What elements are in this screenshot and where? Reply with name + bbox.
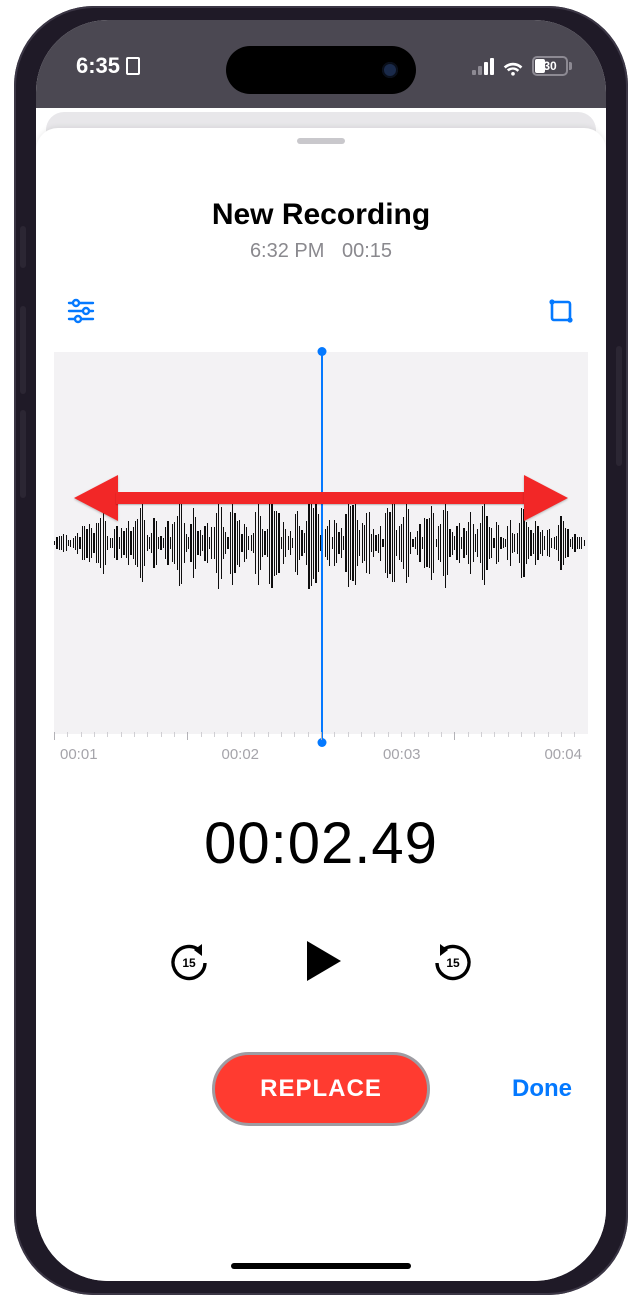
- recording-duration: 00:15: [342, 240, 392, 262]
- recording-time: 6:32 PM: [250, 240, 324, 262]
- home-indicator[interactable]: [231, 1263, 411, 1269]
- playback-controls: 15 15: [36, 926, 606, 996]
- sheet-grabber[interactable]: [297, 138, 345, 144]
- time-ruler: 00:01 00:02 00:03 00:04: [54, 732, 588, 770]
- svg-text:15: 15: [182, 956, 196, 970]
- current-time: 00:02.49: [36, 810, 606, 877]
- arrow-left-icon: [74, 475, 118, 521]
- side-button-silent: [20, 226, 26, 268]
- side-button-power: [616, 346, 622, 466]
- camera-icon: [382, 62, 398, 78]
- ruler-label: 00:03: [383, 746, 421, 763]
- card-icon: [126, 57, 140, 75]
- recording-title[interactable]: New Recording: [36, 198, 606, 232]
- phone-frame: 6:35 30 New Recording 6:32 PM: [14, 6, 628, 1295]
- ruler-label: 00:04: [544, 746, 582, 763]
- replace-button[interactable]: REPLACE: [212, 1052, 430, 1126]
- ruler-label: 00:01: [60, 746, 98, 763]
- play-button[interactable]: [295, 935, 347, 987]
- skip-forward-button[interactable]: 15: [431, 939, 475, 983]
- playhead[interactable]: [321, 352, 323, 742]
- side-button-vol-down: [20, 410, 26, 498]
- wifi-icon: [502, 55, 524, 77]
- arrow-right-icon: [524, 475, 568, 521]
- svg-text:15: 15: [446, 956, 460, 970]
- skip-back-button[interactable]: 15: [167, 939, 211, 983]
- trim-icon[interactable]: [546, 296, 576, 326]
- ruler-label: 00:02: [221, 746, 259, 763]
- status-time: 6:35: [76, 53, 120, 79]
- settings-icon[interactable]: [66, 296, 96, 326]
- waveform-area: 00:01 00:02 00:03 00:04: [36, 352, 606, 770]
- battery-percent: 30: [534, 58, 566, 74]
- recording-subtitle: 6:32 PM 00:15: [36, 240, 606, 263]
- battery-icon: 30: [532, 56, 572, 76]
- waveform-track[interactable]: [54, 352, 588, 734]
- dynamic-island: [226, 46, 416, 94]
- cellular-icon: [472, 57, 494, 75]
- done-button[interactable]: Done: [512, 1052, 572, 1126]
- screen: 6:35 30 New Recording 6:32 PM: [36, 20, 606, 1281]
- edit-sheet: New Recording 6:32 PM 00:15: [36, 128, 606, 1281]
- done-label: Done: [512, 1075, 572, 1103]
- replace-label: REPLACE: [260, 1075, 382, 1103]
- side-button-vol-up: [20, 306, 26, 394]
